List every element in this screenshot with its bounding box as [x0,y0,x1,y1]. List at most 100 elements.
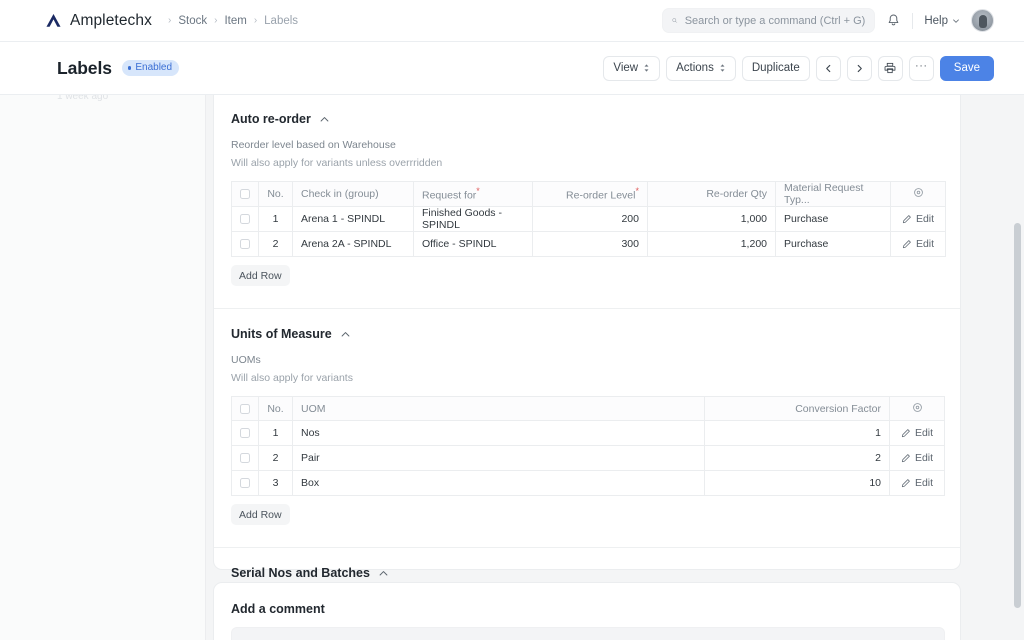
chevron-left-icon [825,64,831,72]
comment-title: Add a comment [231,602,325,616]
cell-conversion-factor[interactable]: 1 [704,420,890,446]
notifications-button[interactable] [886,13,901,28]
status-dot-icon [127,66,132,70]
actions-label: Actions [676,62,714,74]
col-no: No. [258,181,293,207]
next-button[interactable] [846,55,872,81]
edit-button[interactable]: Edit [890,452,944,464]
search-input[interactable]: Search or type a command (Ctrl + G) [662,8,876,33]
col-settings[interactable] [890,181,946,207]
breadcrumb-separator: › [167,15,172,26]
cell-reorder-qty[interactable]: 1,200 [647,231,776,257]
cell-conversion-factor[interactable]: 2 [704,445,890,471]
duplicate-label: Duplicate [751,62,800,74]
edit-button[interactable]: Edit [890,477,944,489]
page-title-group: Labels Enabled [57,58,180,79]
col-reorder-level-label: Re-order Level [566,189,636,202]
comment-input[interactable] [231,627,945,640]
cell-no: 1 [258,420,293,446]
actions-button[interactable]: Actions [666,55,736,81]
cell-material-request-type[interactable]: Purchase [775,231,891,257]
cell-conversion-factor[interactable]: 10 [704,470,890,496]
help-menu[interactable]: Help [924,15,960,27]
chevron-up-icon[interactable] [319,114,330,125]
cell-edit[interactable]: Edit [890,206,946,232]
edit-button[interactable]: Edit [890,427,944,439]
row-select-cell [231,206,259,232]
prev-button[interactable] [815,55,841,81]
row-checkbox[interactable] [240,239,250,250]
edit-label: Edit [914,477,934,489]
breadcrumb-item-labels[interactable]: Labels [264,15,298,27]
table-row[interactable]: 3 Box 10 Edit [231,470,945,496]
vertical-scrollbar-thumb[interactable] [1014,223,1021,608]
section-units-of-measure: Units of Measure UOMs Will also apply fo… [214,309,960,525]
section-title-serial-batches[interactable]: Serial Nos and Batches [231,566,943,580]
gear-icon [913,188,923,197]
cell-edit[interactable]: Edit [889,420,945,446]
chevron-up-icon[interactable] [340,329,351,340]
comment-section: Add a comment [214,583,960,640]
edit-button[interactable]: Edit [891,238,945,250]
cell-edit[interactable]: Edit [889,445,945,471]
table-row[interactable]: 2 Pair 2 Edit [231,445,945,471]
cell-uom[interactable]: Pair [292,445,705,471]
brand-logo[interactable]: Ampletechx [44,11,152,30]
sidebar-timestamp: 1 week ago [57,95,109,102]
col-settings[interactable] [889,396,945,421]
cell-edit[interactable]: Edit [890,231,946,257]
breadcrumb-item-item[interactable]: Item [224,15,246,27]
cell-uom[interactable]: Nos [292,420,705,446]
view-button[interactable]: View [603,55,661,81]
print-button[interactable] [877,55,903,81]
row-select-cell [231,231,259,257]
add-row-button-auto-reorder[interactable]: Add Row [231,265,290,286]
status-badge: Enabled [121,59,180,77]
table-header-row: No. Check in (group) Request for* Re-ord… [231,181,946,207]
avatar[interactable] [971,9,994,32]
row-checkbox[interactable] [240,453,250,464]
breadcrumb-item-stock[interactable]: Stock [178,15,207,27]
add-row-button-uom[interactable]: Add Row [231,504,290,525]
pencil-icon [901,429,910,438]
cell-uom[interactable]: Box [292,470,705,496]
cell-checkin[interactable]: Arena 2A - SPINDL [292,231,414,257]
row-checkbox[interactable] [240,478,250,489]
cell-material-request-type[interactable]: Purchase [775,206,891,232]
comment-card: Add a comment [213,582,961,640]
more-button[interactable]: ··· [908,55,934,81]
cell-reorder-level[interactable]: 300 [532,231,648,257]
content-column: Auto re-order Reorder level based on War… [206,95,1024,640]
cell-request-for[interactable]: Finished Goods - SPINDL [413,206,533,232]
edit-button[interactable]: Edit [891,213,945,225]
row-checkbox[interactable] [240,214,250,225]
row-checkbox[interactable] [240,428,250,439]
chevron-a-logo-icon [46,14,61,27]
cell-reorder-qty[interactable]: 1,000 [647,206,776,232]
section-title-auto-reorder[interactable]: Auto re-order [231,112,943,126]
pencil-icon [902,240,911,249]
navbar-right: Search or type a command (Ctrl + G) Help [662,8,994,33]
select-all-checkbox[interactable] [240,403,250,414]
cell-checkin[interactable]: Arena 1 - SPINDL [292,206,414,232]
col-request-for-label: Request for [422,189,477,202]
select-all-checkbox[interactable] [240,189,250,200]
section-label: Serial Nos and Batches [231,566,370,580]
cell-edit[interactable]: Edit [889,470,945,496]
duplicate-button[interactable]: Duplicate [741,55,810,81]
section-title-units-of-measure[interactable]: Units of Measure [231,327,943,341]
table-row[interactable]: 1 Nos 1 Edit [231,420,945,446]
auto-reorder-hint-2: Will also apply for variants unless over… [231,157,443,169]
breadcrumb-separator: › [253,15,258,26]
cell-request-for[interactable]: Office - SPINDL [413,231,533,257]
edit-label: Edit [915,213,935,225]
cell-reorder-level[interactable]: 200 [532,206,648,232]
table-row[interactable]: 1 Arena 1 - SPINDL Finished Goods - SPIN… [231,206,946,232]
table-row[interactable]: 2 Arena 2A - SPINDL Office - SPINDL 300 … [231,231,946,257]
navbar-divider [912,12,914,29]
chevron-up-icon[interactable] [378,568,389,579]
row-select-cell [231,470,259,496]
ellipsis-icon: ··· [915,59,928,72]
table-body: 1 Nos 1 Edit 2 Pair 2 Edit 3 Box 10 Edit [231,420,945,496]
save-button[interactable]: Save [939,55,994,81]
